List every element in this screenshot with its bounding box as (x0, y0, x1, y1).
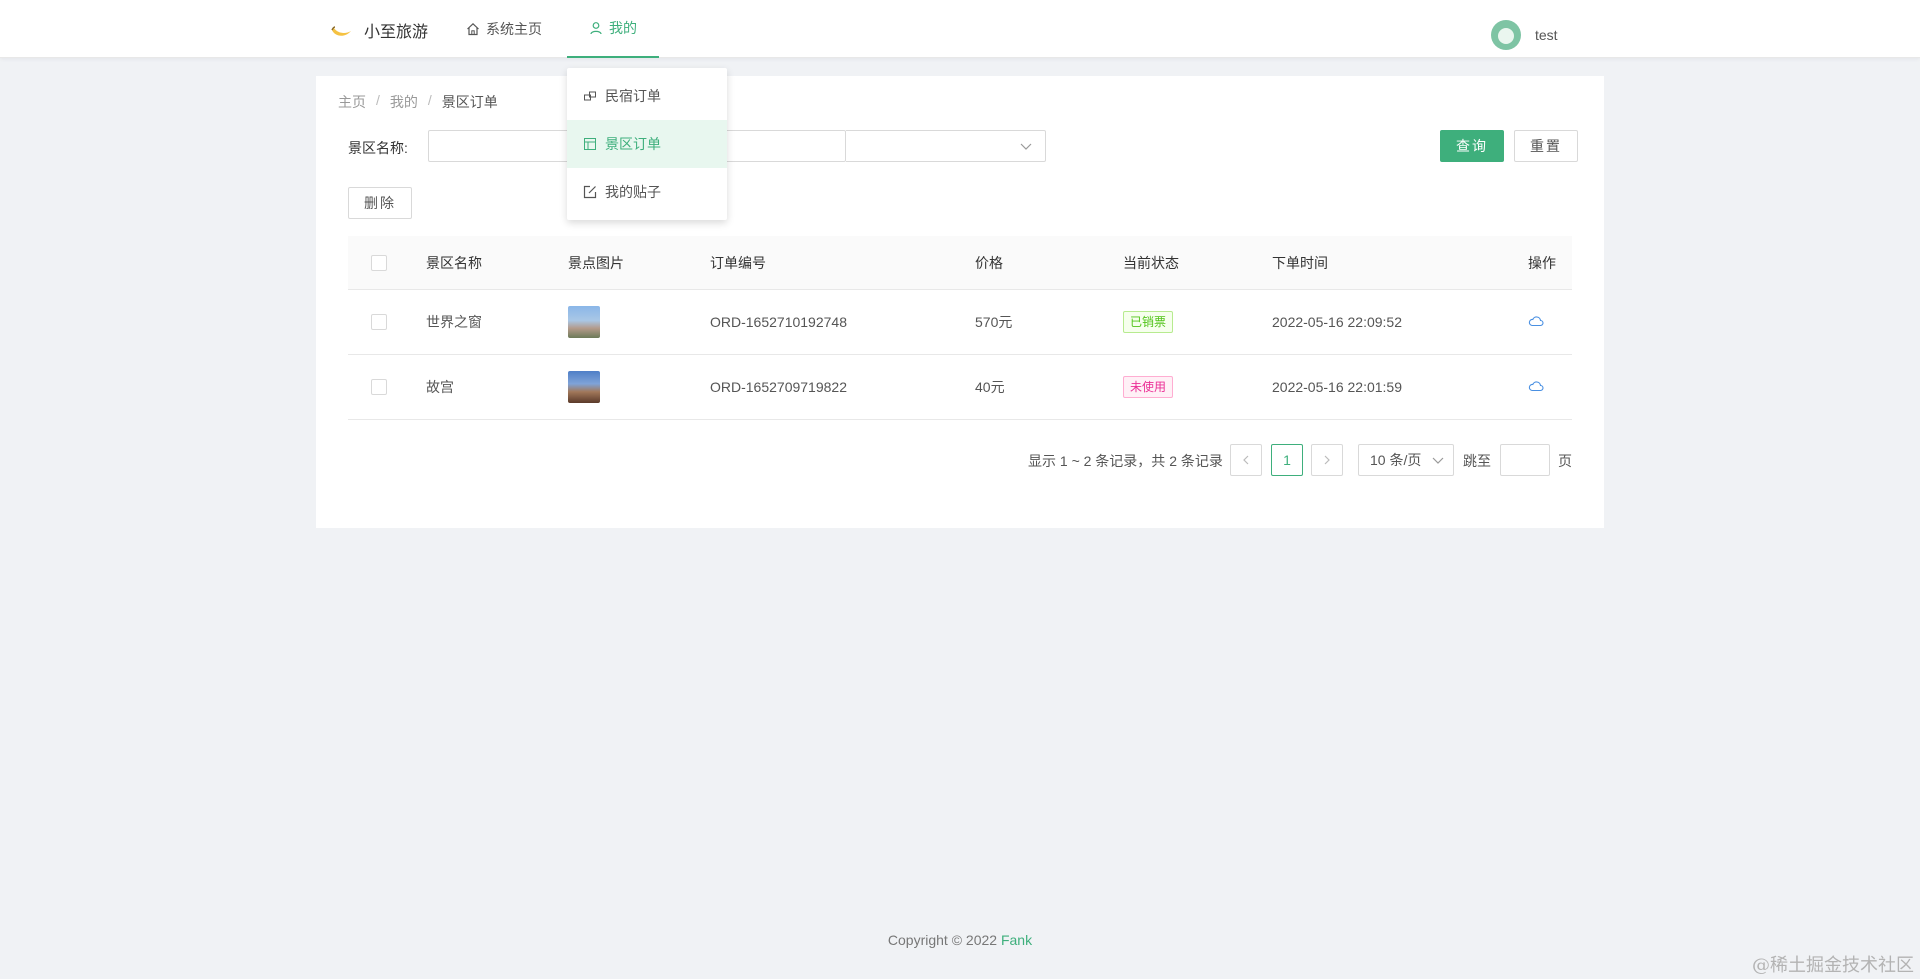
menu-item-my-posts[interactable]: 我的贴子 (567, 168, 727, 216)
scenic-thumbnail[interactable] (568, 306, 600, 338)
brand-name: 小至旅游 (364, 24, 429, 41)
menu-item-label: 我的贴子 (605, 184, 661, 200)
avatar (1491, 20, 1521, 50)
column-header: 景点图片 (568, 254, 624, 271)
footer: Copyright © 2022 Fank (0, 932, 1920, 948)
prev-page-button[interactable] (1230, 444, 1262, 476)
column-header: 下单时间 (1272, 254, 1328, 271)
page-size-select[interactable]: 10 条/页 (1358, 444, 1454, 476)
brand-logo[interactable]: 小至旅游 (330, 18, 428, 42)
copyright-text: Copyright © 2022 (887, 932, 998, 948)
nav-mine-label: 我的 (609, 20, 637, 36)
post-icon (583, 185, 597, 199)
jump-page-input[interactable] (1500, 444, 1550, 476)
footer-brand-link[interactable]: Fank (1001, 932, 1032, 948)
delete-button[interactable]: 删除 (348, 187, 412, 219)
column-header: 当前状态 (1123, 254, 1179, 271)
page-unit-label: 页 (1558, 453, 1572, 469)
scenic-icon (583, 137, 597, 151)
price: 570元 (975, 314, 1013, 330)
page-number[interactable]: 1 (1271, 444, 1303, 476)
home-icon (466, 22, 480, 36)
status-badge: 未使用 (1123, 376, 1174, 398)
pagination-summary: 显示 1 ~ 2 条记录，共 2 条记录 (1028, 453, 1223, 469)
nav-home[interactable]: 系统主页 (466, 0, 542, 58)
menu-item-homestay-orders[interactable]: 民宿订单 (567, 72, 727, 120)
order-number: ORD-1652710192748 (710, 314, 847, 330)
nav-mine[interactable]: 我的 (567, 0, 659, 58)
scenic-name: 故宫 (426, 379, 454, 395)
table-header: 景区名称 景点图片 订单编号 价格 当前状态 下单时间 操作 (348, 236, 1572, 290)
column-header: 价格 (975, 254, 1003, 271)
table-row: 世界之窗 ORD-1652710192748 570元 已销票 2022-05-… (348, 290, 1572, 355)
breadcrumb: 主页 / 我的 / 景区订单 (338, 92, 498, 112)
cloud-icon[interactable] (1528, 314, 1544, 330)
user-icon (589, 21, 603, 35)
order-time: 2022-05-16 22:01:59 (1272, 379, 1402, 395)
filter-select[interactable] (846, 130, 1046, 162)
chevron-down-icon (1019, 139, 1033, 156)
reset-button[interactable]: 重置 (1514, 130, 1578, 162)
pagination: 显示 1 ~ 2 条记录，共 2 条记录 1 10 条/页 跳至 页 (316, 444, 1604, 476)
page-size-label: 10 条/页 (1370, 452, 1422, 468)
column-header: 订单编号 (710, 254, 766, 271)
status-badge: 已销票 (1123, 311, 1174, 333)
row-checkbox[interactable] (371, 379, 387, 395)
order-time: 2022-05-16 22:09:52 (1272, 314, 1402, 330)
cloud-icon[interactable] (1528, 379, 1544, 395)
menu-item-scenic-orders[interactable]: 景区订单 (567, 120, 727, 168)
query-button[interactable]: 查询 (1440, 130, 1504, 162)
next-page-button[interactable] (1311, 444, 1343, 476)
status-tag: 已销票 (1123, 311, 1174, 333)
username: test (1535, 27, 1558, 43)
content-card: 主页 / 我的 / 景区订单 景区名称: 查询 重置 删除 景区名称 景点图片 … (316, 76, 1604, 528)
breadcrumb-separator: / (376, 92, 380, 108)
watermark: @稀土掘金技术社区 (1752, 955, 1914, 976)
column-header: 景区名称 (426, 254, 482, 271)
column-header: 操作 (1528, 254, 1556, 271)
top-header: 小至旅游 系统主页 我的 test (0, 0, 1920, 58)
homestay-icon (583, 89, 597, 103)
jump-label: 跳至 (1463, 453, 1491, 469)
row-checkbox[interactable] (371, 314, 387, 330)
breadcrumb-home[interactable]: 主页 (338, 92, 366, 112)
mine-dropdown-menu: 民宿订单 景区订单 我的贴子 (567, 68, 727, 220)
nav-home-label: 系统主页 (486, 21, 542, 37)
order-number: ORD-1652709719822 (710, 379, 847, 395)
scenic-thumbnail[interactable] (568, 371, 600, 403)
breadcrumb-mine[interactable]: 我的 (390, 92, 418, 112)
status-tag: 未使用 (1123, 376, 1174, 398)
breadcrumb-current: 景区订单 (441, 94, 498, 110)
chevron-down-icon (1431, 453, 1445, 470)
breadcrumb-separator: / (427, 92, 432, 108)
orders-table: 景区名称 景点图片 订单编号 价格 当前状态 下单时间 操作 世界之窗 ORD-… (348, 236, 1572, 420)
price: 40元 (975, 379, 1005, 395)
select-all-checkbox[interactable] (371, 254, 387, 271)
scenic-name: 世界之窗 (426, 314, 482, 330)
user-menu[interactable]: test (1491, 20, 1558, 50)
banana-logo-icon (330, 21, 352, 39)
menu-item-label: 民宿订单 (605, 88, 661, 104)
menu-item-label: 景区订单 (605, 136, 661, 152)
table-row: 故宫 ORD-1652709719822 40元 未使用 2022-05-16 … (348, 355, 1572, 420)
scenic-name-label: 景区名称: (348, 140, 408, 156)
